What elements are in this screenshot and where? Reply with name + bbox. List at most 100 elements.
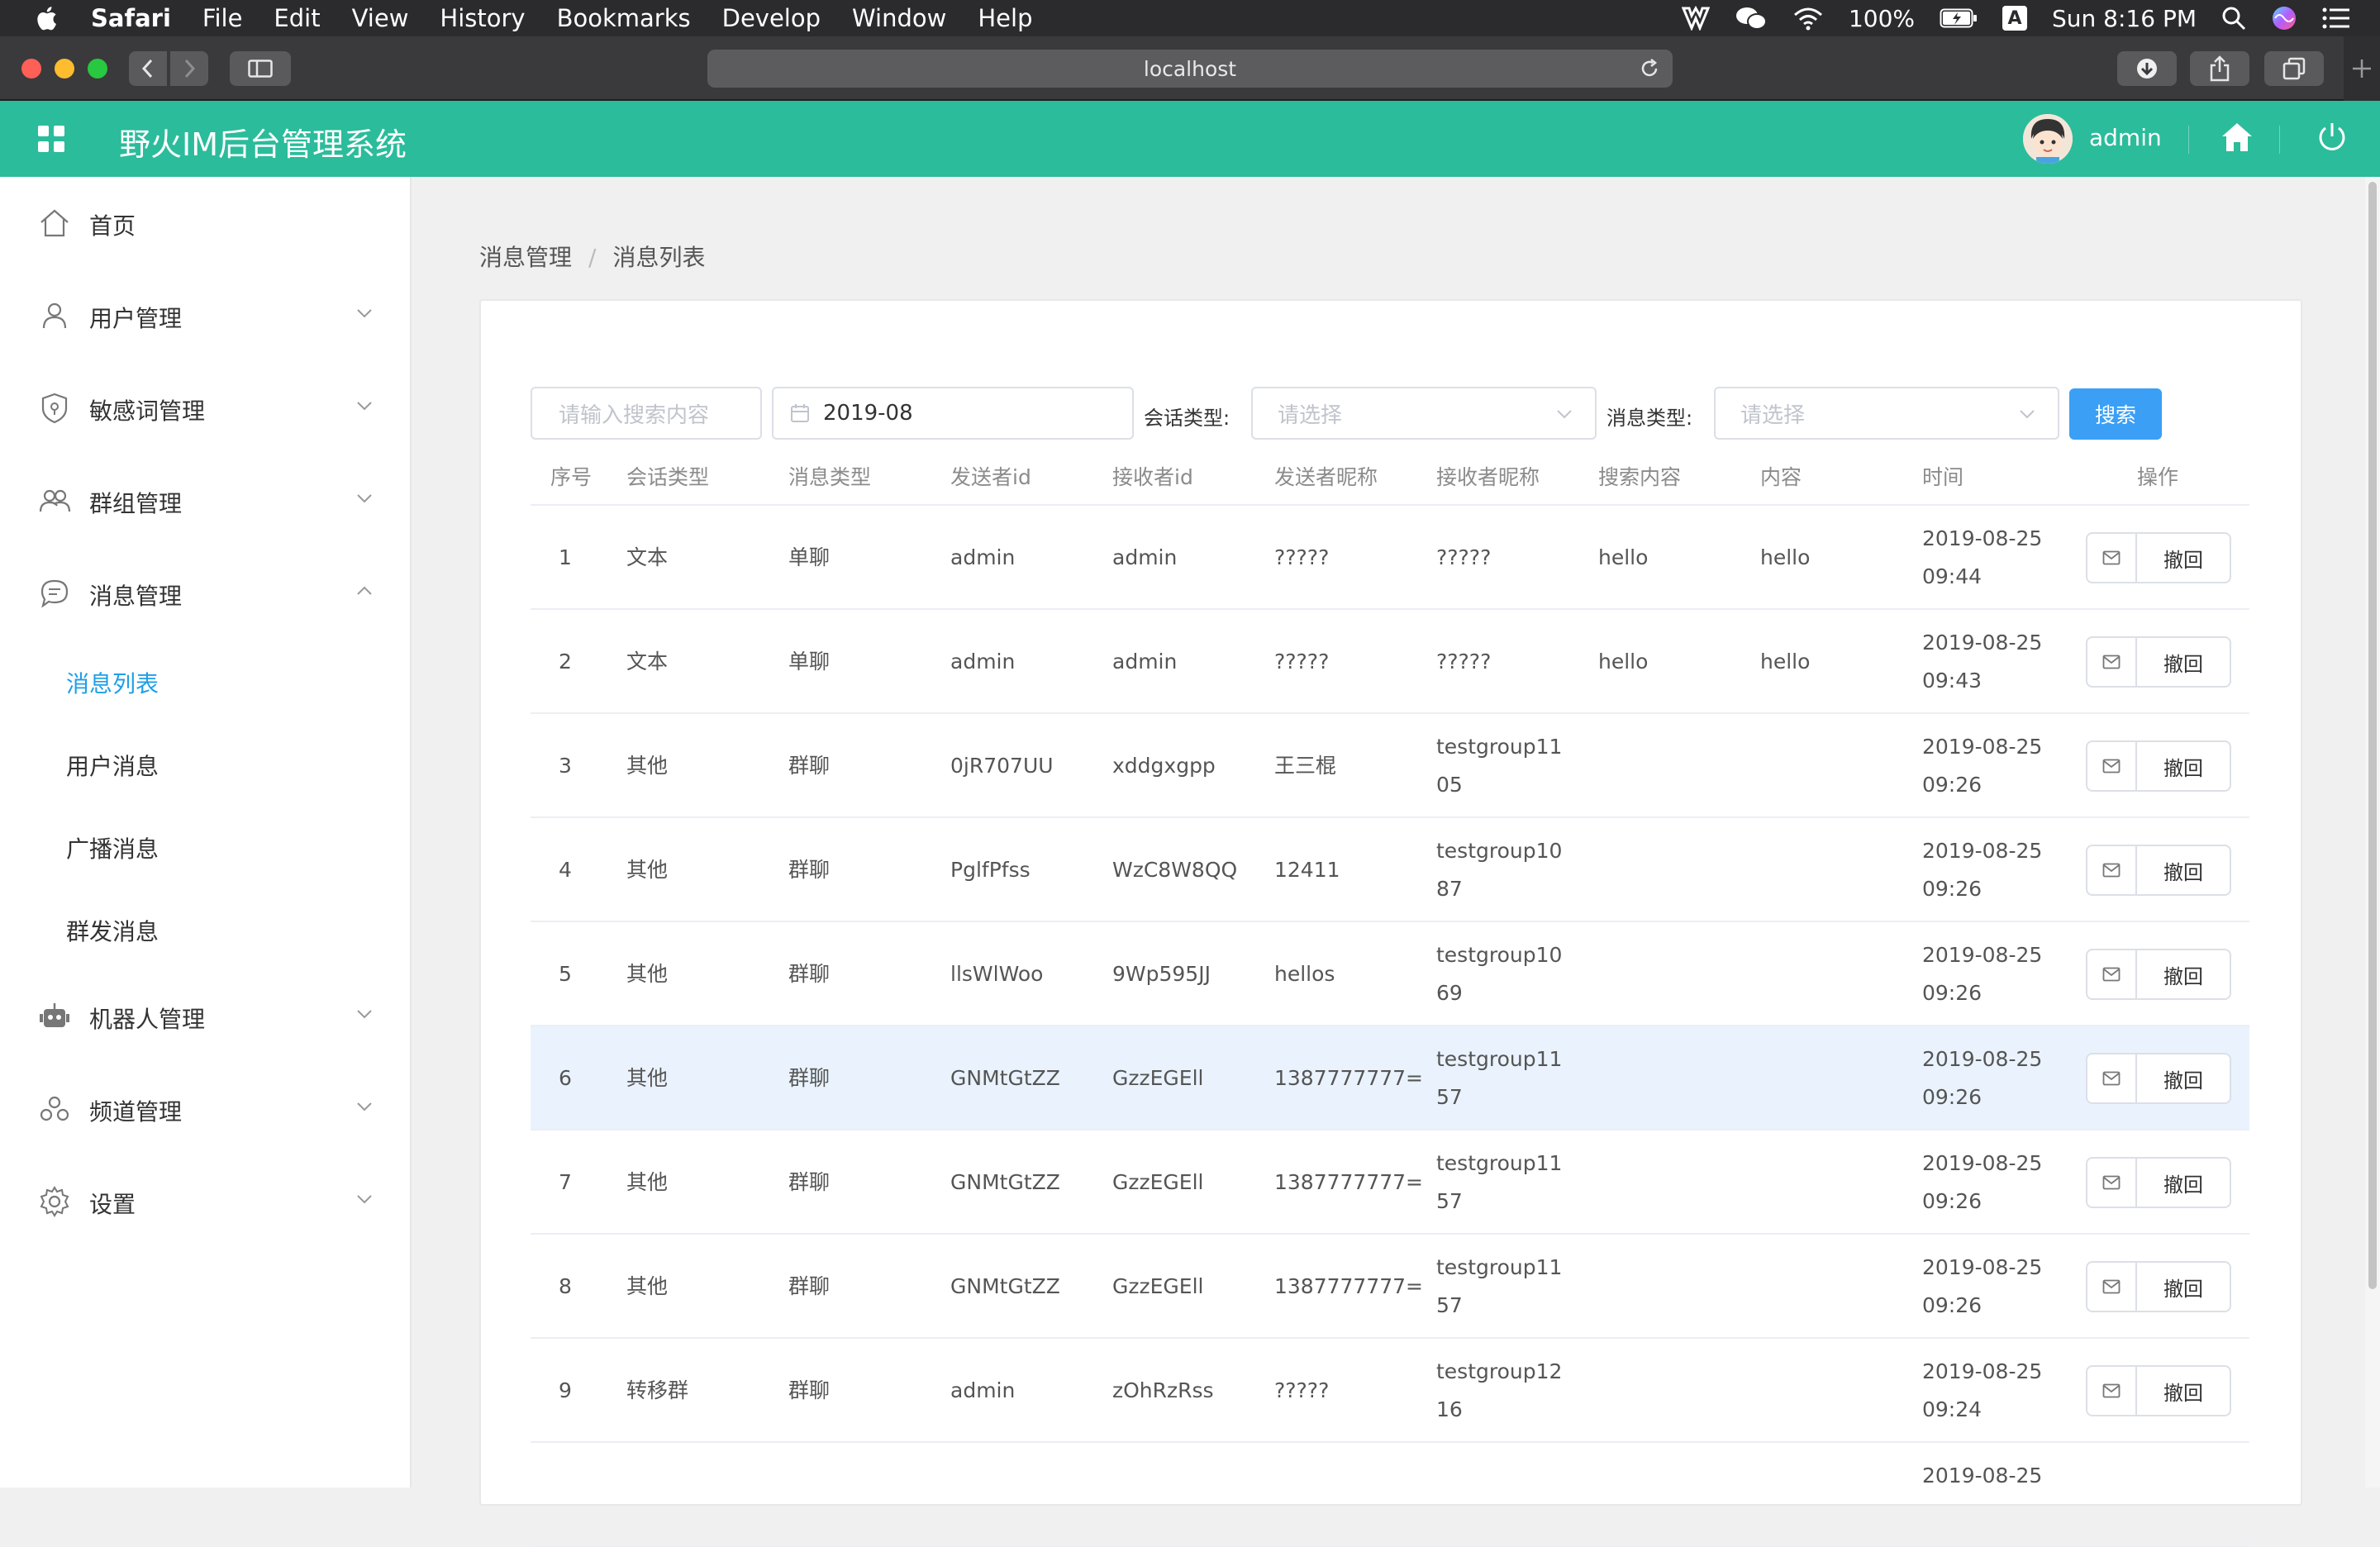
table-row[interactable]: 6 其他 群聊 GNMtGtZZ GzzEGEll 1387777777= testgrou… — [531, 1026, 2249, 1130]
revoke-button[interactable]: 撤回 — [2137, 1159, 2230, 1207]
table-row[interactable]: 2019-08-25 — [531, 1443, 2249, 1547]
sidebar-subitem-message-list[interactable]: 消息列表 — [66, 666, 159, 699]
revoke-button[interactable]: 撤回 — [2137, 638, 2230, 686]
sidebar-item-sensitive-words[interactable]: 敏感词管理 — [0, 362, 410, 455]
menu-window[interactable]: Window — [852, 4, 946, 32]
macos-menubar: Safari File Edit View History Bookmarks … — [0, 0, 2380, 36]
send-mail-button[interactable] — [2087, 1367, 2137, 1415]
menubar-clock[interactable]: Sun 8:16 PM — [2052, 5, 2197, 32]
column-header: 操作 — [2137, 465, 2179, 489]
send-mail-button[interactable] — [2087, 742, 2137, 790]
revoke-button[interactable]: 撤回 — [2137, 950, 2230, 998]
cell-receiver: GzzEGEll — [1112, 1170, 1204, 1194]
input-source-badge[interactable]: A — [2002, 6, 2027, 31]
send-mail-button[interactable] — [2087, 534, 2137, 582]
sidebar-icon — [248, 60, 273, 78]
menu-help[interactable]: Help — [978, 4, 1032, 32]
power-icon[interactable] — [2316, 121, 2349, 154]
revoke-button[interactable]: 撤回 — [2137, 534, 2230, 582]
breadcrumb-parent[interactable]: 消息管理 — [479, 244, 572, 271]
table-row[interactable]: 1 文本 单聊 admin admin?????????? hello hello 2019-… — [531, 506, 2249, 610]
username[interactable]: admin — [2089, 124, 2162, 151]
address-bar[interactable]: localhost — [707, 50, 1673, 88]
wechat-icon[interactable] — [1735, 5, 1768, 31]
page-scrollbar[interactable] — [2365, 177, 2380, 1488]
menu-file[interactable]: File — [202, 4, 243, 32]
siri-icon[interactable] — [2271, 5, 2297, 31]
cell-receiver-nick: testgroup1087 — [1436, 839, 1563, 901]
table-row[interactable]: 3 其他 群聊 0jR707UU xddgxgpp 王三棍 testgroup1105 201… — [531, 714, 2249, 818]
table-row[interactable]: 5 其他 群聊 llsWlWoo 9Wp595JJ hellos testgroup1069… — [531, 922, 2249, 1026]
cell-no: 6 — [559, 1066, 572, 1090]
sidebar-item-users[interactable]: 用户管理 — [0, 269, 410, 362]
reload-icon[interactable] — [1638, 57, 1661, 80]
user-avatar[interactable] — [2023, 114, 2073, 164]
chevron-down-icon — [357, 1195, 372, 1204]
menu-view[interactable]: View — [352, 4, 409, 32]
home-icon[interactable] — [2220, 121, 2254, 154]
table-row[interactable]: 4 其他 群聊 PglfPfss WzC8W8QQ 12411 testgroup1087 2… — [531, 818, 2249, 922]
spotlight-search-icon[interactable] — [2221, 6, 2246, 31]
revoke-button[interactable]: 撤回 — [2137, 742, 2230, 790]
message-type-select[interactable]: 请选择 — [1714, 387, 2059, 440]
row-actions: 撤回 — [2086, 845, 2231, 896]
sidebar-subitem-broadcast[interactable]: 广播消息 — [66, 831, 159, 864]
sidebar-item-channels[interactable]: 频道管理 — [0, 1063, 410, 1155]
notification-center-icon[interactable] — [2322, 7, 2350, 30]
share-button[interactable] — [2190, 51, 2249, 86]
cell-date: 2019-08-25 — [1922, 839, 2043, 863]
app-menu-grid-icon[interactable] — [38, 126, 64, 152]
send-mail-button[interactable] — [2087, 950, 2137, 998]
send-mail-button[interactable] — [2087, 846, 2137, 894]
cell-no: 1 — [559, 545, 572, 569]
back-button[interactable] — [129, 51, 167, 86]
month-picker[interactable]: 2019-08 — [772, 387, 1134, 440]
zoom-window-button[interactable] — [88, 59, 107, 79]
new-tab-button[interactable] — [2344, 36, 2380, 101]
month-picker-value: 2019-08 — [823, 401, 913, 426]
menu-app-name[interactable]: Safari — [91, 4, 171, 32]
sidebar-subitem-user-messages[interactable]: 用户消息 — [66, 749, 159, 782]
table-row[interactable]: 9 转移群 群聊 admin zOhRzRss????? testgroup1216 201… — [531, 1339, 2249, 1443]
menu-bookmarks[interactable]: Bookmarks — [557, 4, 691, 32]
wifi-icon[interactable] — [1792, 6, 1824, 31]
menu-history[interactable]: History — [440, 4, 525, 32]
table-row[interactable]: 2 文本 单聊 admin admin?????????? hello hello 2019-… — [531, 610, 2249, 714]
apple-icon[interactable] — [33, 4, 58, 32]
sidebar-toggle-button[interactable] — [230, 51, 291, 86]
scrollbar-thumb[interactable] — [2368, 182, 2377, 1289]
share-icon — [2210, 55, 2230, 82]
revoke-button[interactable]: 撤回 — [2137, 1054, 2230, 1102]
revoke-button[interactable]: 撤回 — [2137, 1263, 2230, 1311]
sidebar-item-messages[interactable]: 消息管理 — [0, 547, 410, 640]
search-input[interactable]: 请输入搜索内容 — [531, 387, 762, 440]
table-row[interactable]: 7 其他 群聊 GNMtGtZZ GzzEGEll 1387777777= testgrou… — [531, 1130, 2249, 1235]
menu-edit[interactable]: Edit — [274, 4, 320, 32]
send-mail-button[interactable] — [2087, 1159, 2137, 1207]
revoke-button[interactable]: 撤回 — [2137, 846, 2230, 894]
sidebar-item-home[interactable]: 首页 — [0, 177, 410, 269]
sidebar-item-label: 机器人管理 — [89, 1006, 206, 1033]
app-title: 野火IM后台管理系统 — [119, 126, 407, 163]
send-mail-button[interactable] — [2087, 638, 2137, 686]
close-window-button[interactable] — [21, 59, 41, 79]
send-mail-button[interactable] — [2087, 1054, 2137, 1102]
send-mail-button[interactable] — [2087, 1263, 2137, 1311]
downloads-button[interactable] — [2117, 51, 2177, 86]
forward-button[interactable] — [170, 51, 208, 86]
table-row[interactable]: 8 其他 群聊 GNMtGtZZ GzzEGEll 1387777777= testgrou… — [531, 1235, 2249, 1339]
chevron-left-icon — [141, 59, 153, 79]
conversation-type-select[interactable]: 请选择 — [1251, 387, 1597, 440]
menu-develop[interactable]: Develop — [722, 4, 821, 32]
cell-content: hello — [1760, 545, 1811, 569]
sidebar-item-settings[interactable]: 设置 — [0, 1155, 410, 1248]
revoke-button[interactable]: 撤回 — [2137, 1367, 2230, 1415]
sidebar-item-robots[interactable]: 机器人管理 — [0, 970, 410, 1063]
vpn-icon[interactable] — [1681, 6, 1710, 31]
sidebar-subitem-mass-message[interactable]: 群发消息 — [66, 914, 159, 947]
battery-icon[interactable] — [1940, 7, 1978, 29]
tabs-overview-button[interactable] — [2264, 51, 2324, 86]
search-button[interactable]: 搜索 — [2069, 388, 2162, 440]
minimize-window-button[interactable] — [55, 59, 74, 79]
sidebar-item-groups[interactable]: 群组管理 — [0, 455, 410, 547]
